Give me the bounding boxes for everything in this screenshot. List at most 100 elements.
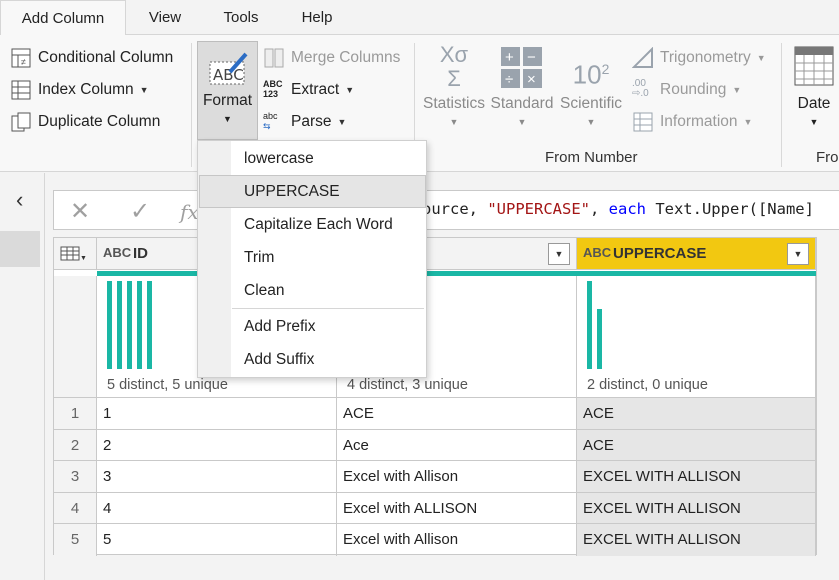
menu-item-trim[interactable]: Trim: [199, 241, 426, 274]
cell-uppercase[interactable]: ACE: [577, 429, 816, 460]
cell-uppercase[interactable]: ACE: [577, 398, 816, 429]
chevron-down-icon: ▼: [756, 53, 766, 63]
distribution-bar[interactable]: [587, 281, 592, 369]
selected-query-indicator[interactable]: [0, 231, 40, 267]
scientific-label: Scientific: [559, 95, 623, 112]
chevron-down-icon: ▼: [586, 117, 596, 127]
scientific-button[interactable]: 102 Scientific ▼: [557, 43, 625, 127]
menu-item-add-suffix[interactable]: Add Suffix: [199, 343, 426, 376]
cell-id[interactable]: 2: [97, 429, 337, 460]
rounding-button[interactable]: .00 ⇨.0 Rounding ▼: [632, 79, 741, 101]
menu-item-clean[interactable]: Clean: [199, 274, 426, 307]
menu-item-lowercase[interactable]: lowercase: [199, 142, 426, 175]
duplicate-column-button[interactable]: Duplicate Column: [10, 111, 160, 133]
cancel-icon[interactable]: ✕: [70, 197, 90, 226]
rounding-label: Rounding: [660, 81, 727, 98]
tab-help[interactable]: Help: [286, 0, 348, 35]
queries-pane: ‹: [0, 173, 45, 580]
tab-add-column[interactable]: Add Column: [0, 0, 126, 36]
cell-name[interactable]: Excel with Allison: [337, 524, 577, 556]
information-icon: [632, 111, 654, 133]
column-profile-uppercase: 2 distinct, 0 unique: [577, 276, 816, 398]
statistics-button[interactable]: Χσ Σ Statistics ▼: [420, 42, 488, 128]
index-column-button[interactable]: Index Column ▼: [10, 79, 149, 101]
cell-id[interactable]: 3: [97, 461, 337, 492]
table-row: 1 1 ACE ACE: [54, 398, 816, 430]
standard-icon: + − ÷ ×: [490, 43, 554, 95]
table-menu-button[interactable]: ▼: [54, 238, 97, 270]
tab-view[interactable]: View: [134, 0, 196, 35]
cell-id[interactable]: 5: [97, 524, 337, 556]
index-column-label: Index Column: [38, 81, 134, 98]
formula-bar[interactable]: ✕ ✓ fx ource, "UPPERCASE", each Text.Upp…: [53, 190, 839, 230]
extract-button[interactable]: ABC 123 Extract ▼: [263, 79, 354, 101]
date-button[interactable]: Date ▼: [790, 43, 838, 127]
cell-id[interactable]: 4: [97, 492, 337, 523]
row-number[interactable]: 2: [54, 429, 97, 460]
from-number-group-label: From Number: [545, 149, 638, 166]
table-row: 3 3 Excel with Allison EXCEL WITH ALLISO…: [54, 461, 816, 493]
parse-button[interactable]: abc ⇆ Parse ▼: [263, 111, 346, 133]
row-number[interactable]: 4: [54, 492, 97, 523]
distinct-unique-stat: 5 distinct, 5 unique: [107, 377, 228, 393]
trigonometry-button[interactable]: Trigonometry ▼: [631, 46, 766, 69]
menu-item-add-prefix[interactable]: Add Prefix: [199, 310, 426, 343]
standard-button[interactable]: + − ÷ × Standard ▼: [490, 43, 554, 127]
merge-columns-label: Merge Columns: [291, 49, 401, 66]
cell-uppercase[interactable]: EXCEL WITH ALLISON: [577, 492, 816, 523]
cell-name[interactable]: Excel with Allison: [337, 461, 577, 492]
svg-text:−: −: [527, 49, 536, 66]
extract-label: Extract: [291, 81, 340, 98]
distribution-bar[interactable]: [137, 281, 142, 369]
cell-uppercase[interactable]: EXCEL WITH ALLISON: [577, 461, 816, 492]
date-group-label: Fro: [816, 149, 839, 166]
cell-uppercase[interactable]: EXCEL WITH ALLISON: [577, 524, 816, 556]
column-header-uppercase[interactable]: ABC UPPERCASE ▼: [577, 238, 816, 270]
cell-name[interactable]: Excel with ALLISON: [337, 492, 577, 523]
merge-columns-icon: [263, 47, 285, 69]
column-name: ID: [133, 245, 148, 262]
format-button[interactable]: ABC Format ▼: [197, 41, 258, 140]
rounding-icon: .00 ⇨.0: [632, 78, 649, 99]
formula-rest: Text.Upper([Name]: [645, 200, 814, 218]
svg-text:×: ×: [527, 71, 536, 88]
conditional-column-button[interactable]: ≠ Conditional Column: [10, 47, 173, 69]
row-number[interactable]: 5: [54, 524, 97, 556]
extract-icon: ABC 123: [263, 79, 283, 99]
merge-columns-button[interactable]: Merge Columns: [263, 47, 400, 69]
chevron-left-icon[interactable]: ‹: [16, 187, 23, 213]
check-icon[interactable]: ✓: [130, 197, 150, 226]
row-number[interactable]: 3: [54, 461, 97, 492]
row-number[interactable]: 1: [54, 398, 97, 429]
distribution-bar[interactable]: [107, 281, 112, 369]
column-type-label: ABC: [103, 245, 132, 260]
table-icon: ▼: [60, 246, 86, 262]
statistics-icon: Χσ Σ: [439, 42, 469, 91]
table-row: 4 4 Excel with ALLISON EXCEL WITH ALLISO…: [54, 492, 816, 524]
distribution-bar[interactable]: [117, 281, 122, 369]
text-type-icon[interactable]: ABC: [583, 245, 611, 260]
ribbon-tabs: Add Column View Tools Help: [0, 0, 839, 36]
menu-item-uppercase[interactable]: UPPERCASE: [199, 175, 426, 208]
format-label: Format: [202, 92, 253, 109]
distribution-bar[interactable]: [127, 281, 132, 369]
distribution-bar[interactable]: [147, 281, 152, 369]
text-type-icon[interactable]: ABC: [103, 245, 131, 260]
filter-dropdown-icon[interactable]: ▼: [787, 243, 809, 265]
information-button[interactable]: Information ▼: [632, 111, 752, 133]
divider: [191, 43, 192, 167]
svg-text:≠: ≠: [21, 57, 26, 67]
trigonometry-icon: [631, 46, 654, 69]
formula-text[interactable]: ource, "UPPERCASE", each Text.Upper([Nam…: [422, 200, 814, 218]
cell-id[interactable]: 1: [97, 398, 337, 429]
cell-name[interactable]: ACE: [337, 398, 577, 429]
statistics-label: Statistics: [422, 95, 485, 112]
menu-item-capitalize-each-word[interactable]: Capitalize Each Word: [199, 208, 426, 241]
filter-dropdown-icon[interactable]: ▼: [548, 243, 570, 265]
column-type-label: ABC: [583, 245, 612, 260]
table-row: 5 5 Excel with Allison EXCEL WITH ALLISO…: [54, 524, 816, 556]
distribution-bar[interactable]: [597, 309, 602, 369]
cell-name[interactable]: Ace: [337, 429, 577, 460]
tab-tools[interactable]: Tools: [212, 0, 270, 35]
distinct-unique-stat: 2 distinct, 0 unique: [587, 377, 708, 393]
